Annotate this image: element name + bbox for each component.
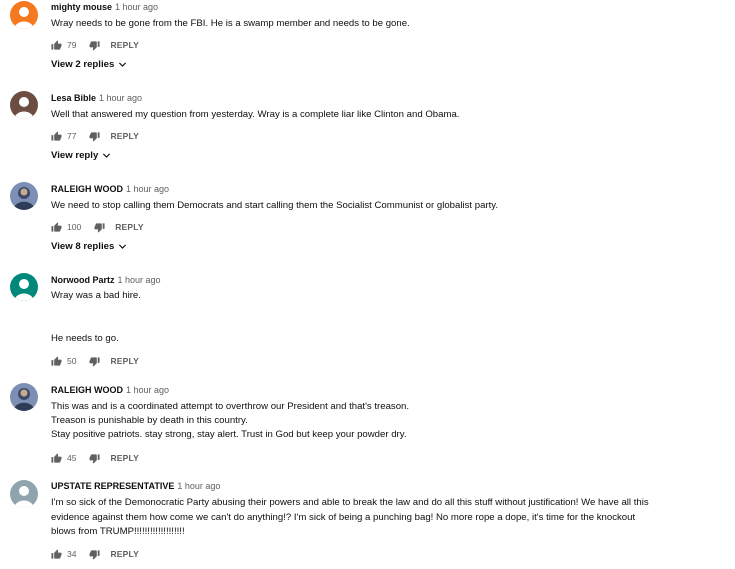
thumbs-down-icon[interactable] [89,453,101,464]
chevron-down-icon [102,151,111,160]
comment-author[interactable]: Lesa Bible [51,93,96,103]
view-replies-button[interactable]: View reply [51,150,111,161]
thumbs-up-icon[interactable] [51,221,62,233]
comment-author[interactable]: mighty mouse [51,2,112,12]
comment-time[interactable]: 1 hour ago [177,481,220,491]
comment-time[interactable]: 1 hour ago [126,385,169,395]
comment-actions: 50 REPLY [51,354,139,368]
comment-time[interactable]: 1 hour ago [118,275,161,285]
thumbs-up-icon[interactable] [51,130,62,142]
avatar[interactable] [10,273,38,301]
reply-button[interactable]: REPLY [115,222,144,232]
like-count: 77 [67,131,77,141]
comment-text: Wray was a bad hire. He needs to go. [51,290,141,344]
comment-time[interactable]: 1 hour ago [115,2,158,12]
comment-actions: 100 REPLY [51,220,144,234]
thumbs-up-icon[interactable] [51,355,62,367]
reply-button[interactable]: REPLY [110,549,139,559]
like-count: 45 [67,453,77,463]
like-count: 100 [67,222,82,232]
like-count: 79 [67,40,77,50]
comment-meta: UPSTATE REPRESENTATIVE 1 hour ago [51,481,220,491]
comment-text: Well that answered my question from yest… [51,109,460,120]
comment-actions: 45 REPLY [51,451,139,465]
comment-author[interactable]: RALEIGH WOOD [51,184,123,194]
view-replies-label: View 2 replies [51,59,115,70]
comment-author[interactable]: RALEIGH WOOD [51,385,123,395]
view-replies-button[interactable]: View 8 replies [51,241,127,252]
view-replies-label: View reply [51,150,99,161]
comment-author[interactable]: UPSTATE REPRESENTATIVE [51,481,174,491]
thumbs-up-icon[interactable] [51,452,62,464]
thumbs-down-icon[interactable] [89,40,101,51]
comment-text: I'm so sick of the Demonocratic Party ab… [51,497,649,537]
avatar[interactable] [10,1,38,29]
comment-time[interactable]: 1 hour ago [126,184,169,194]
comment-time[interactable]: 1 hour ago [99,93,142,103]
avatar[interactable] [10,182,38,210]
comment-actions: 79 REPLY [51,38,139,52]
chevron-down-icon [118,60,127,69]
like-count: 34 [67,549,77,559]
comment-actions: 77 REPLY [51,129,139,143]
comment-meta: Lesa Bible 1 hour ago [51,93,142,103]
comment-meta: mighty mouse 1 hour ago [51,2,158,12]
comment-text: We need to stop calling them Democrats a… [51,200,499,211]
comment-meta: Norwood Partz 1 hour ago [51,275,161,285]
thumbs-down-icon[interactable] [89,549,101,560]
reply-button[interactable]: REPLY [110,453,139,463]
view-replies-button[interactable]: View 2 replies [51,59,127,70]
avatar[interactable] [10,383,38,411]
chevron-down-icon [118,242,127,251]
avatar[interactable] [10,91,38,119]
reply-button[interactable]: REPLY [110,356,139,366]
thumbs-down-icon[interactable] [89,356,101,367]
reply-button[interactable]: REPLY [110,40,139,50]
view-replies-label: View 8 replies [51,241,115,252]
comment-text: Wray needs to be gone from the FBI. He i… [51,18,410,29]
thumbs-down-icon[interactable] [94,222,105,233]
comment-meta: RALEIGH WOOD 1 hour ago [51,184,169,194]
thumbs-up-icon[interactable] [51,39,62,51]
comment-meta: RALEIGH WOOD 1 hour ago [51,385,169,395]
avatar[interactable] [10,480,38,508]
comment-actions: 34 REPLY [51,547,139,561]
thumbs-down-icon[interactable] [89,131,101,142]
thumbs-up-icon[interactable] [51,548,62,560]
like-count: 50 [67,356,77,366]
reply-button[interactable]: REPLY [110,131,139,141]
comment-author[interactable]: Norwood Partz [51,275,115,285]
comment-text: This was and is a coordinated attempt to… [51,401,410,441]
